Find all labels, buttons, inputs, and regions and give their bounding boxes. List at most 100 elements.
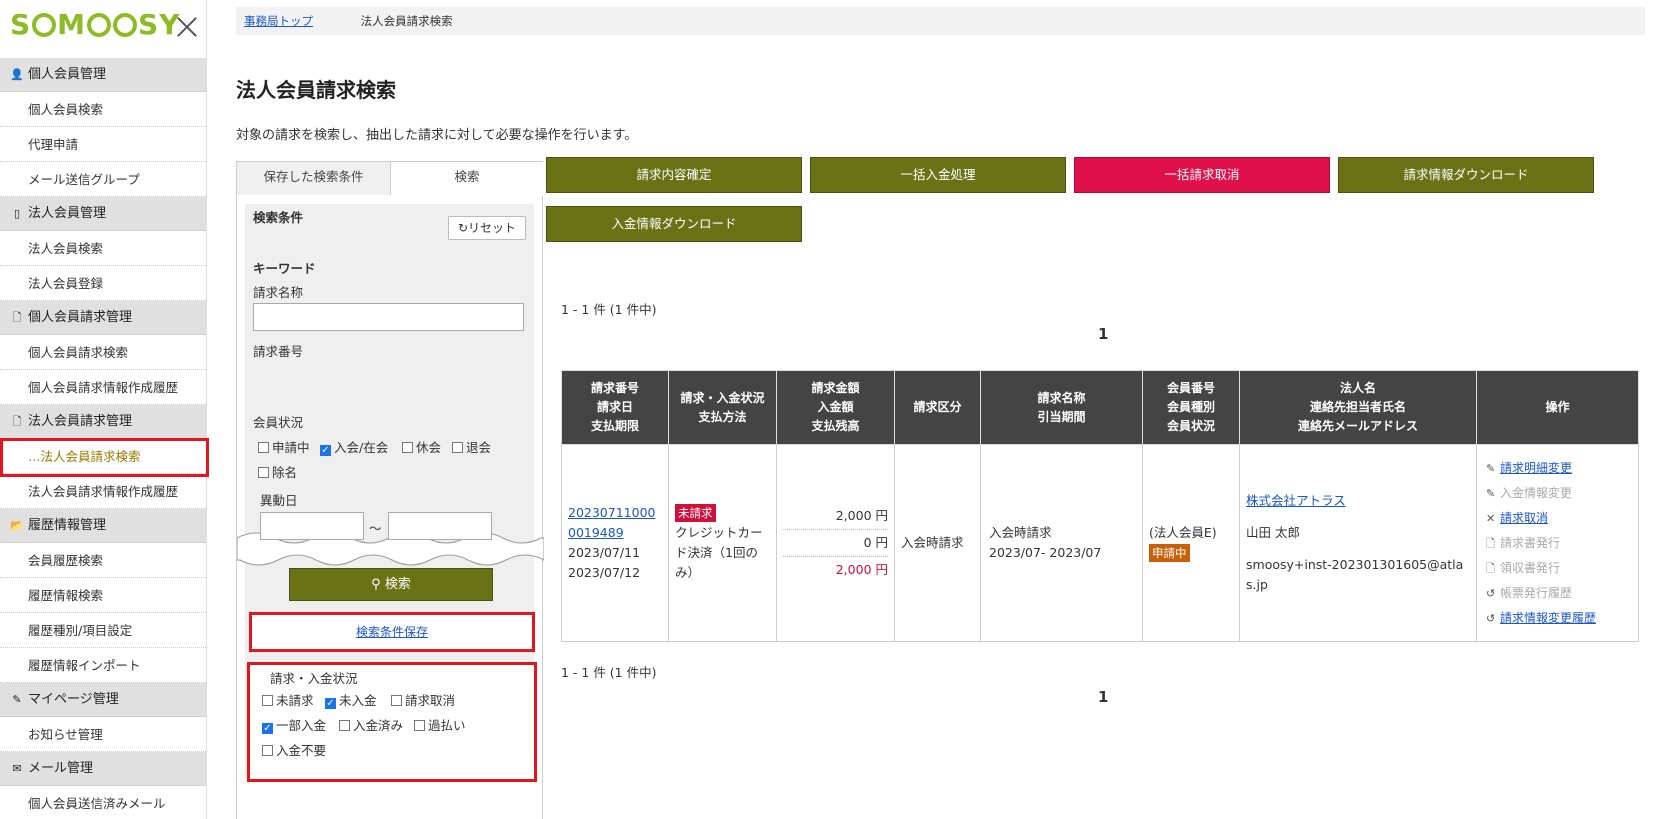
header-line: 請求金額 — [811, 381, 860, 395]
action-button-3[interactable]: 一括請求取消 — [1074, 157, 1330, 193]
billing-status-checkbox[interactable]: 未請求 — [262, 690, 314, 709]
sidebar-section: ✉ メール管理 — [0, 752, 206, 786]
sidebar-item-label: メール送信グループ — [28, 172, 140, 187]
folder-icon: 📂 — [10, 519, 24, 532]
sidebar-item-label: 履歴種別/項目設定 — [28, 623, 133, 638]
cell-operations: ✎ 請求明細変更 ✎ 入金情報変更 ✕ 請求取消 🗋 請求書発行 🗋 領収書発行 ↺ 帳票発行履歴 ↺ 請… — [1476, 444, 1639, 642]
member-status-option-label: 申請中 — [272, 440, 310, 455]
sidebar-item-label: 法人会員請求情報作成履歴 — [28, 484, 179, 499]
sidebar-section: ▯ 法人会員管理 — [0, 197, 206, 231]
member-status-checkbox[interactable]: 休会 — [402, 437, 441, 456]
sidebar-item[interactable]: 個人会員送信済みメール — [0, 786, 206, 819]
action-button-1[interactable]: 請求内容確定 — [546, 157, 802, 193]
breadcrumb-current: 法人会員請求検索 — [360, 14, 453, 28]
sidebar-item-label: 代理申請 — [28, 137, 79, 152]
reset-button[interactable]: ↻リセット — [448, 216, 526, 240]
checkbox-icon — [339, 720, 350, 731]
sidebar-section-label: 個人会員請求管理 — [28, 310, 133, 325]
operation-item[interactable]: ✎ 請求明細変更 — [1486, 456, 1632, 481]
billing-status-checkbox[interactable]: ✓ 未入金 — [325, 690, 377, 709]
save-conditions-box: 検索条件保存 — [249, 612, 535, 652]
date-range-separator: ～ — [369, 521, 382, 536]
sidebar-item[interactable]: 個人会員請求検索 — [0, 335, 206, 370]
action-button-2[interactable]: 一括入金処理 — [810, 157, 1066, 193]
sidebar-section-label: 法人会員管理 — [28, 206, 107, 221]
action-button-5[interactable]: 入金情報ダウンロード — [546, 206, 802, 242]
mail-icon: ✉ — [12, 762, 22, 775]
sidebar-item[interactable]: 個人会員請求情報作成履歴 — [0, 370, 206, 405]
sidebar-section-label: メール管理 — [28, 761, 94, 776]
operation-label: 請求明細変更 — [1500, 460, 1573, 475]
sidebar-item[interactable]: 個人会員検索 — [0, 92, 206, 127]
operation-item: ↺ 帳票発行履歴 — [1486, 581, 1632, 606]
header-line: 引当期間 — [1037, 409, 1086, 424]
tab-search[interactable]: 検索 — [391, 162, 543, 196]
breadcrumb-home-link[interactable]: 事務局トップ — [244, 14, 313, 28]
member-status-badge: 申請中 — [1149, 544, 1190, 562]
billing-status-checkbox[interactable]: 請求取消 — [391, 690, 455, 709]
operation-label: 入金情報変更 — [1500, 485, 1573, 500]
breadcrumb: 事務局トップ 法人会員請求検索 — [236, 7, 1645, 35]
company-link[interactable]: 株式会社アトラス — [1246, 491, 1470, 511]
pagination-bottom[interactable]: 1 — [1098, 688, 1108, 706]
billing-status-checkbox[interactable]: ✓ 一部入金 — [262, 715, 326, 734]
sidebar-item[interactable]: 履歴情報インポート — [0, 648, 206, 683]
operation-item[interactable]: ✕ 請求取消 — [1486, 506, 1632, 531]
tab-saved-conditions[interactable]: 保存した検索条件 — [237, 162, 391, 195]
operation-item: ✎ 入金情報変更 — [1486, 481, 1632, 506]
change-date-to-input[interactable] — [388, 512, 492, 540]
sidebar-item[interactable]: 代理申請 — [0, 127, 206, 162]
sidebar: S M SY 👤 個人会員管理 個人会員検索 代理申請 メール送信グループ ▯ 法人会員管理 法人… — [0, 0, 207, 819]
cell-billing-category: 入会時請求 — [894, 444, 981, 642]
contact-email: smoosy+inst-202301301605@atlas.jp — [1246, 557, 1464, 592]
action-button-4[interactable]: 請求情報ダウンロード — [1338, 157, 1594, 193]
header-line: 操作 — [1545, 400, 1570, 414]
sidebar-item[interactable]: メール送信グループ — [0, 162, 206, 197]
sidebar-section: 📂 履歴情報管理 — [0, 509, 206, 543]
close-icon[interactable] — [174, 14, 200, 40]
sidebar-item[interactable]: 法人会員登録 — [0, 266, 206, 301]
member-status-checkbox[interactable]: ✓ 入会/在会 — [320, 437, 388, 456]
operation-label: 帳票発行履歴 — [1500, 585, 1573, 600]
member-status-checkbox[interactable]: 除名 — [258, 462, 297, 481]
logo: S M SY — [10, 8, 181, 41]
result-count-bottom: 1 - 1 件 (1 件中) — [561, 665, 657, 680]
change-date-from-input[interactable] — [260, 512, 364, 540]
billing-name-input[interactable] — [253, 303, 524, 331]
billing-name-label: 請求名称 — [253, 285, 304, 300]
sidebar-item[interactable]: お知らせ管理 — [0, 717, 206, 752]
page-title: 法人会員請求検索 — [236, 78, 396, 102]
checkbox-icon — [262, 745, 273, 756]
billing-status-checkbox[interactable]: 入金不要 — [262, 740, 326, 759]
operation-label: 請求情報変更履歴 — [1500, 610, 1597, 625]
sidebar-item-label: 個人会員請求情報作成履歴 — [28, 380, 179, 395]
billing-status-checkbox[interactable]: 過払い — [414, 715, 466, 734]
save-conditions-link[interactable]: 検索条件保存 — [356, 625, 428, 639]
member-status-checkbox[interactable]: 申請中 — [258, 437, 310, 456]
amount-remaining: 2,000 円 — [835, 562, 888, 577]
operation-item[interactable]: ↺ 請求情報変更履歴 — [1486, 606, 1632, 631]
building-icon: ▯ — [13, 207, 21, 220]
checkbox-icon — [452, 442, 463, 453]
billing-number-link[interactable]: 20230711000 0019489 — [568, 503, 662, 543]
cell-company: 株式会社アトラス 山田 太郎 smoosy+inst-202301301605@… — [1239, 444, 1477, 642]
sidebar-item[interactable]: 法人会員請求情報作成履歴 — [0, 474, 206, 509]
result-count-top: 1 - 1 件 (1 件中) — [561, 302, 657, 317]
billing-status-checkbox[interactable]: 入金済み — [339, 715, 403, 734]
member-status-checkbox[interactable]: 退会 — [452, 437, 491, 456]
sidebar-item[interactable]: 履歴種別/項目設定 — [0, 613, 206, 648]
sidebar-item[interactable]: 会員履歴検索 — [0, 543, 206, 578]
sidebar-item[interactable]: 法人会員検索 — [0, 231, 206, 266]
allocation-period: 2023/07- 2023/07 — [989, 545, 1102, 560]
document-icon: 🗋 — [12, 415, 22, 428]
pagination-top[interactable]: 1 — [1098, 325, 1108, 343]
billing-status-option-label: 入金済み — [353, 718, 404, 733]
billing-status-option-label: 過払い — [428, 718, 466, 733]
conditions-label: 検索条件 — [253, 210, 304, 225]
table-header-cell: 請求区分 — [894, 370, 981, 445]
payment-method: クレジットカード決済（1回のみ） — [675, 525, 763, 580]
search-button[interactable]: ⚲ 検索 — [289, 568, 493, 601]
sidebar-item[interactable]: 履歴情報検索 — [0, 578, 206, 613]
cell-billing-no: 20230711000 0019489 2023/07/11 2023/07/12 — [561, 444, 669, 642]
sidebar-section: ✎ マイページ管理 — [0, 683, 206, 717]
